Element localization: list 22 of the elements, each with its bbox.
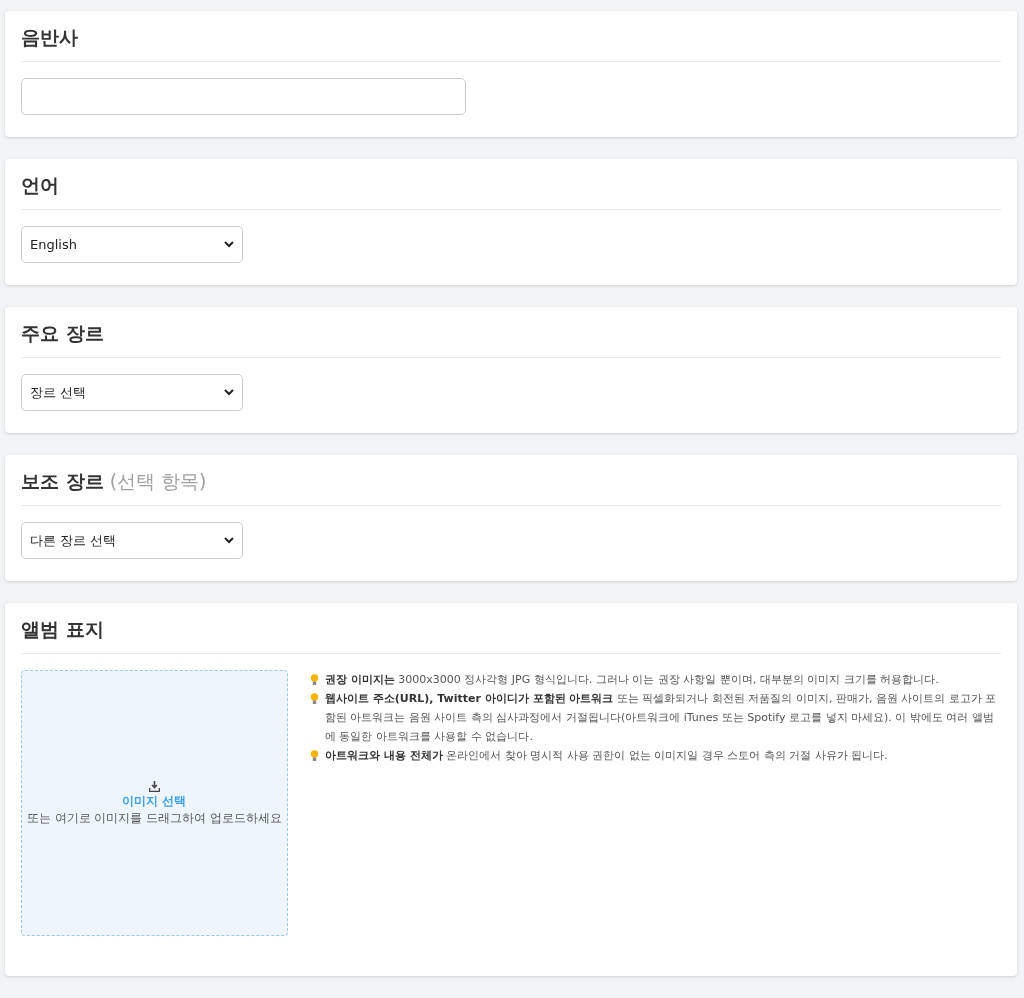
select-field[interactable]: 다른 장르 선택: [21, 522, 243, 559]
optional-note: (선택 항목): [109, 469, 207, 494]
chevron-down-icon: [224, 241, 234, 248]
drop-zone[interactable]: 이미지 선택 또는 여기로 이미지를 드래그하여 업로드하세요: [21, 670, 288, 936]
section-title: 언어: [21, 173, 59, 198]
chevron-down-icon: [224, 537, 234, 544]
lightbulb-icon: [310, 693, 319, 705]
upload-hint: 또는 여기로 이미지를 드래그하여 업로드하세요: [27, 810, 282, 826]
input-field[interactable]: [21, 78, 466, 115]
tip-text: 아트워크와 내용 전체가 온라인에서 찾아 명시적 사용 권한이 없는 이미지일 경우 스토어 측의 거절 사유가 됩니다.: [325, 748, 888, 764]
select-field[interactable]: 장르 선택: [21, 374, 243, 411]
section-title: 보조 장르: [21, 469, 104, 494]
lightbulb-icon: [310, 674, 319, 686]
select-field[interactable]: English: [21, 226, 243, 263]
tip-text: 웹사이트 주소(URL), Twitter 아이디가 포함된 아트워크 또는 픽셀화되거나 회전된 저품질의 이미지, 판매가, 음원 사이트의 로고가 포함된 아트워크는 음원 사이트 측의 심사과정에서 거절됩니다(아트워크에 iTunes 또는 Spotify 로고를 넣지 마세요). 이 밖에도 여러 앨범에 동일한 아트워크를 사용할 수 없습니다.: [325, 691, 998, 745]
chevron-down-icon: [224, 389, 234, 396]
section-title: 음반사: [21, 25, 78, 50]
download-icon: [149, 780, 160, 792]
section-title: 앨범 표지: [21, 617, 104, 642]
tip-text: 권장 이미지는 3000x3000 정사각형 JPG 형식입니다. 그러나 이는 권장 사항일 뿐이며, 대부분의 이미지 크기를 허용합니다.: [325, 672, 939, 688]
lightbulb-icon: [310, 750, 319, 762]
section-title: 주요 장르: [21, 321, 104, 346]
